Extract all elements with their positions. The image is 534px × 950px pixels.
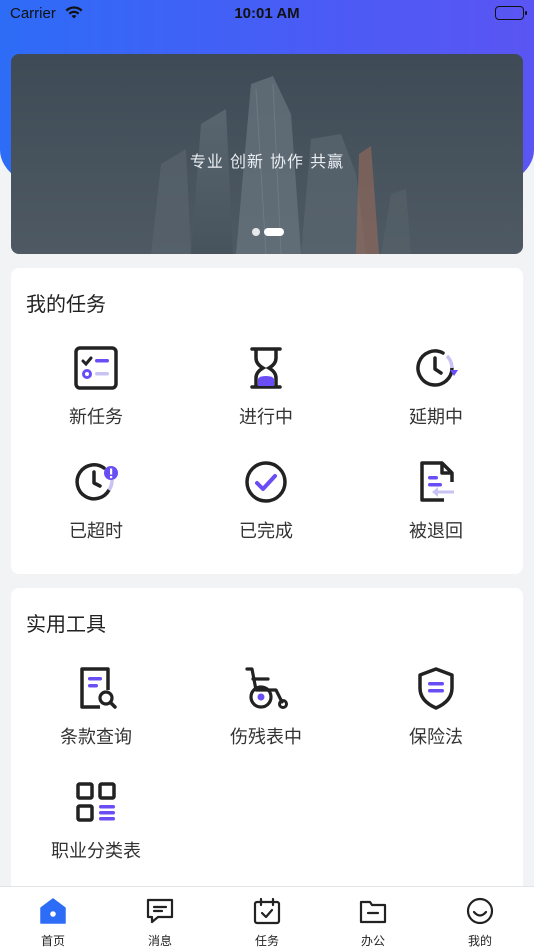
carousel-dot[interactable]	[252, 228, 260, 236]
task-new[interactable]: 新任务	[11, 346, 181, 446]
tool-disability-table-label: 伤残表中	[230, 727, 302, 748]
tool-disability-table[interactable]: 伤残表中	[181, 666, 351, 766]
tab-home-label: 首页	[40, 934, 65, 948]
carousel-indicator[interactable]	[252, 228, 284, 236]
task-in-progress-label: 进行中	[239, 407, 293, 428]
home-icon	[39, 897, 67, 925]
my-tasks-card: 我的任务 新任务 进行中 延期中 已超时 已完成 被退回	[11, 268, 523, 574]
my-tasks-title: 我的任务	[26, 292, 106, 316]
task-completed[interactable]: 已完成	[181, 460, 351, 560]
clock-delay-icon	[414, 346, 458, 390]
tool-clause-search[interactable]: 条款查询	[11, 666, 181, 766]
battery-icon	[495, 6, 527, 20]
task-overdue-label: 已超时	[69, 521, 123, 542]
banner-carousel[interactable]: 专业 创新 协作 共赢	[11, 54, 523, 254]
tab-home[interactable]: 首页	[0, 887, 106, 950]
tab-messages[interactable]: 消息	[107, 887, 213, 950]
task-completed-label: 已完成	[239, 521, 293, 542]
document-return-icon	[414, 460, 458, 504]
tab-tasks-label: 任务	[254, 934, 279, 948]
task-returned-label: 被退回	[409, 521, 463, 542]
tab-office-label: 办公	[360, 934, 385, 948]
tool-clause-search-label: 条款查询	[60, 727, 132, 748]
task-delayed-label: 延期中	[409, 407, 463, 428]
task-in-progress[interactable]: 进行中	[181, 346, 351, 446]
bottom-tab-bar: 首页 消息 任务 办公 我的	[0, 886, 534, 950]
status-bar: Carrier 10:01 AM	[0, 0, 534, 28]
carousel-dot-active[interactable]	[264, 228, 284, 236]
tab-profile[interactable]: 我的	[427, 887, 533, 950]
banner-slogan: 专业 创新 协作 共赢	[189, 152, 345, 171]
check-circle-icon	[244, 460, 288, 504]
smile-profile-icon	[466, 897, 494, 925]
calendar-task-icon	[253, 897, 281, 925]
tab-tasks[interactable]: 任务	[214, 887, 320, 950]
hourglass-icon	[244, 346, 288, 390]
tab-messages-label: 消息	[147, 934, 172, 948]
tools-title: 实用工具	[26, 612, 106, 636]
tools-card: 实用工具 条款查询 伤残表中 保险法 职业分类表	[11, 588, 523, 898]
tab-office[interactable]: 办公	[320, 887, 426, 950]
tool-occupation-table[interactable]: 职业分类表	[11, 780, 181, 880]
task-new-label: 新任务	[69, 407, 123, 428]
folder-icon	[359, 897, 387, 925]
message-icon	[146, 897, 174, 925]
checklist-icon	[74, 346, 118, 390]
shield-icon	[414, 666, 458, 710]
tool-insurance-law-label: 保险法	[409, 727, 463, 748]
task-returned[interactable]: 被退回	[351, 460, 521, 560]
wheelchair-icon	[244, 666, 288, 710]
clock-alert-icon	[74, 460, 118, 504]
status-time: 10:01 AM	[234, 5, 300, 22]
document-search-icon	[74, 666, 118, 710]
task-delayed[interactable]: 延期中	[351, 346, 521, 446]
tab-profile-label: 我的	[467, 934, 492, 948]
tool-occupation-table-label: 职业分类表	[51, 841, 141, 862]
grid-list-icon	[74, 780, 118, 824]
tool-insurance-law[interactable]: 保险法	[351, 666, 521, 766]
task-overdue[interactable]: 已超时	[11, 460, 181, 560]
